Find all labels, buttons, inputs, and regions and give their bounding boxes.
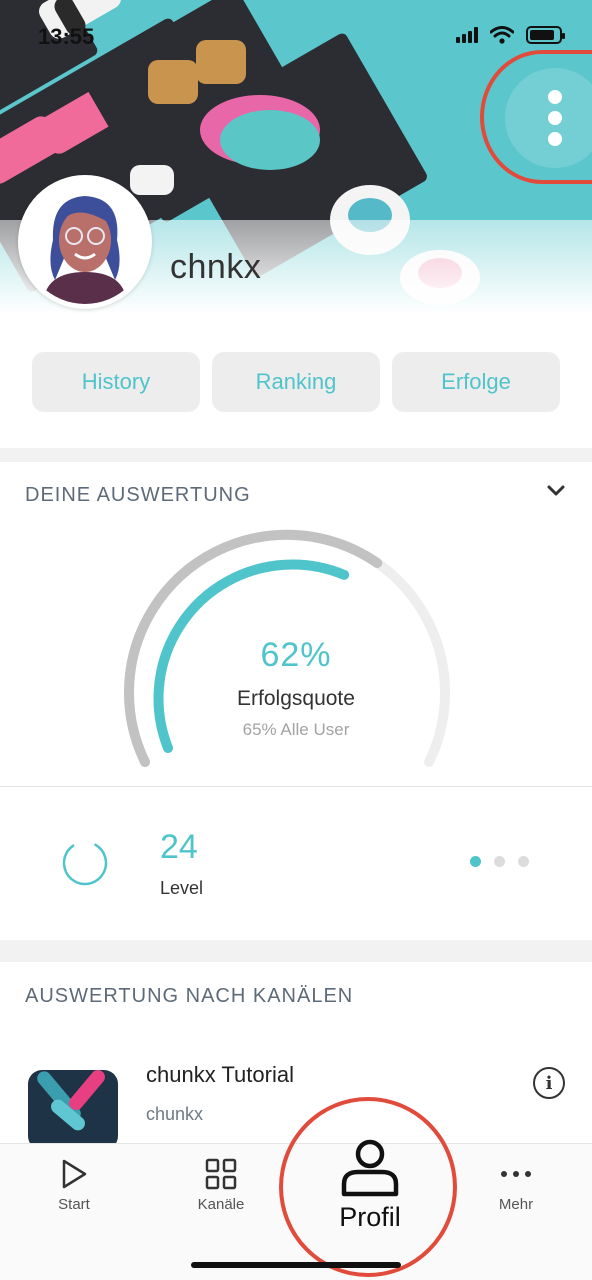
tab-mehr[interactable]: Mehr bbox=[461, 1158, 571, 1213]
tab-mehr-label: Mehr bbox=[498, 1196, 534, 1213]
level-progress-icon bbox=[62, 840, 108, 886]
tab-start-label: Start bbox=[58, 1196, 90, 1213]
user-icon bbox=[341, 1139, 399, 1196]
wifi-icon bbox=[490, 26, 514, 44]
menu-dot bbox=[548, 111, 562, 125]
evaluation-title: DEINE AUSWERTUNG bbox=[25, 484, 251, 506]
carousel-pager[interactable] bbox=[470, 856, 529, 867]
channels-title: AUSWERTUNG NACH KANÄLEN bbox=[25, 985, 354, 1007]
grid-icon bbox=[205, 1158, 237, 1190]
avatar-illustration bbox=[23, 180, 147, 304]
history-button[interactable]: History bbox=[32, 352, 200, 412]
divider bbox=[0, 786, 592, 787]
pager-dot[interactable] bbox=[470, 856, 481, 867]
battery-icon bbox=[526, 26, 565, 44]
tab-kanaele[interactable]: Kanäle bbox=[166, 1158, 276, 1213]
success-rate-value: 62% bbox=[260, 636, 332, 674]
more-horizontal-icon bbox=[501, 1171, 531, 1177]
all-users-rate: 65% Alle User bbox=[242, 720, 350, 739]
avatar[interactable] bbox=[18, 175, 152, 309]
menu-dot bbox=[548, 90, 562, 104]
cellular-signal-icon bbox=[456, 27, 478, 43]
chevron-down-icon[interactable] bbox=[546, 484, 566, 498]
erfolge-button[interactable]: Erfolge bbox=[392, 352, 560, 412]
channel-name[interactable]: chunkx Tutorial bbox=[146, 1062, 294, 1088]
status-time: 13:55 bbox=[38, 24, 95, 49]
info-icon[interactable]: i bbox=[533, 1067, 565, 1099]
tab-profil[interactable]: Profil bbox=[285, 1105, 455, 1265]
tab-start[interactable]: Start bbox=[19, 1158, 129, 1213]
channel-author: chunkx bbox=[146, 1104, 204, 1124]
pager-dot[interactable] bbox=[494, 856, 505, 867]
tab-profil-label: Profil bbox=[339, 1201, 401, 1232]
play-icon bbox=[62, 1159, 87, 1189]
level-value: 24 bbox=[160, 828, 198, 866]
status-icons bbox=[456, 26, 565, 44]
ranking-button[interactable]: Ranking bbox=[212, 352, 380, 412]
channel-logo[interactable] bbox=[28, 1070, 118, 1150]
tab-kanaele-label: Kanäle bbox=[197, 1196, 245, 1213]
pager-dot[interactable] bbox=[518, 856, 529, 867]
level-label: Level bbox=[160, 878, 204, 898]
profile-actions: History Ranking Erfolge bbox=[0, 325, 592, 448]
home-indicator[interactable] bbox=[191, 1262, 401, 1268]
profile-username: chnkx bbox=[170, 248, 262, 286]
success-rate-label: Erfolgsquote bbox=[237, 687, 355, 710]
menu-dot bbox=[548, 132, 562, 146]
